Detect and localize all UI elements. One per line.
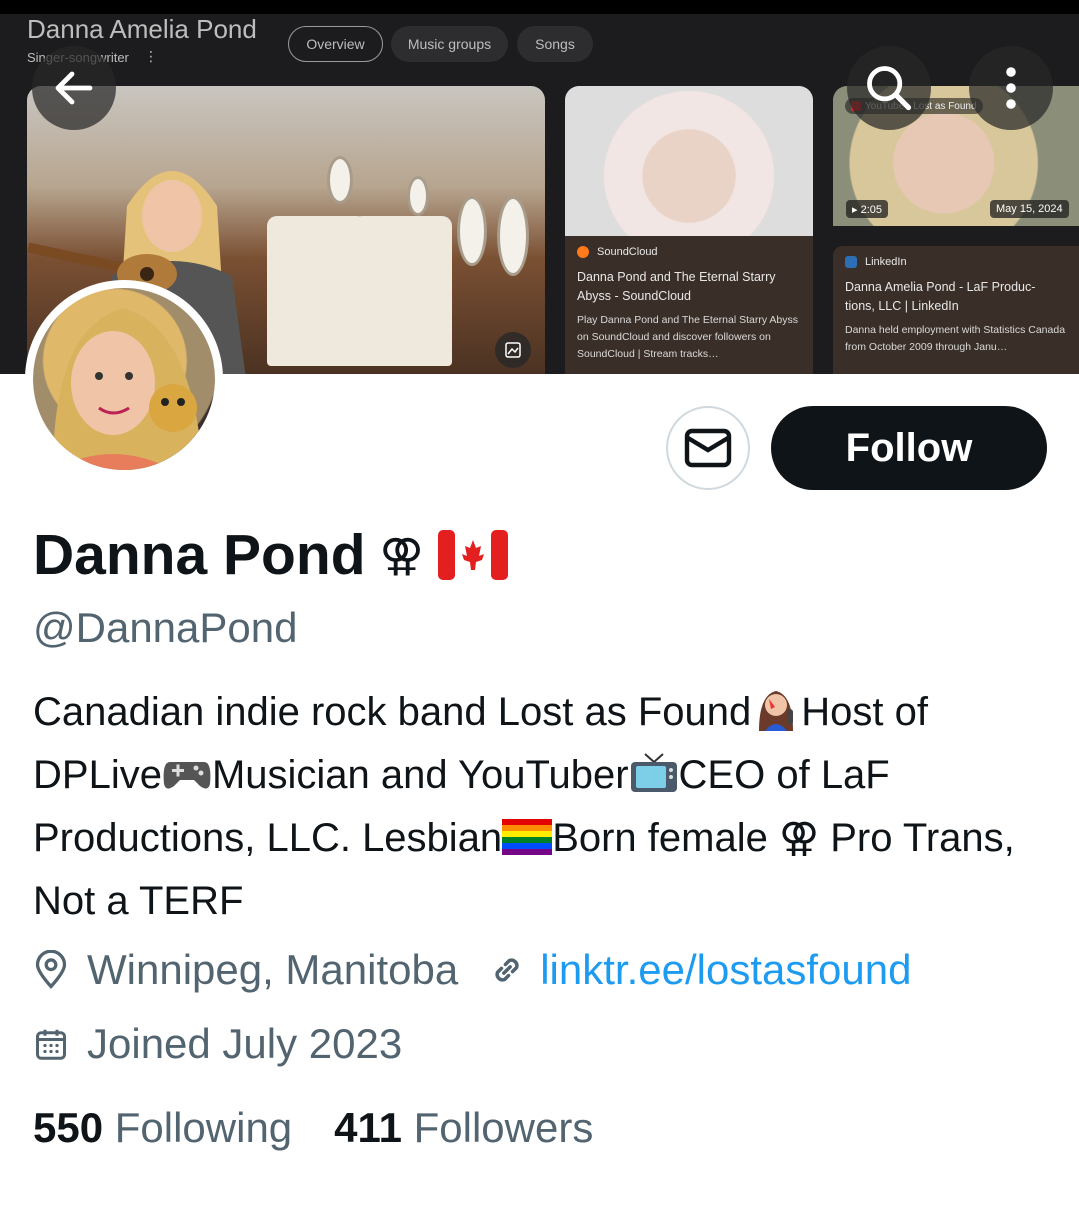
profile-website-link[interactable]: linktr.ee/lostasfound [540, 946, 911, 994]
avatar-photo [33, 288, 215, 470]
video-date: May 15, 2024 [990, 200, 1069, 218]
soundcloud-photo [565, 86, 813, 236]
profile-avatar[interactable] [25, 280, 223, 478]
calendar-icon [33, 1025, 69, 1063]
following-stat[interactable]: 550 Following [33, 1104, 292, 1152]
singer-emoji-icon [751, 685, 801, 747]
profile-meta-row: Winnipeg, Manitoba linktr.ee/lostasfound [33, 946, 911, 994]
following-count: 550 [33, 1104, 104, 1151]
video-duration: ▸ 2:05 [846, 200, 888, 218]
envelope-icon [684, 428, 732, 468]
location-pin-icon [33, 950, 69, 990]
profile-bio: Canadian indie rock band Lost as Found Ho… [33, 684, 1043, 930]
female-symbol-icon: ⚢ [379, 530, 424, 580]
panel-title: Danna Amelia Pond [27, 14, 257, 44]
bio-part-3: Musician and YouTuber [211, 753, 629, 797]
soundcloud-icon [577, 246, 589, 258]
linkedin-title: Danna Amelia Pond - LaF Produc- tions, L… [845, 280, 1036, 313]
message-button[interactable] [666, 406, 750, 490]
image-gallery-icon [495, 332, 531, 368]
chip-music-groups: Music groups [391, 26, 508, 62]
search-icon [867, 66, 912, 111]
linkedin-card: LinkedIn Danna Amelia Pond - LaF Produc-… [833, 246, 1079, 374]
follow-button[interactable]: Follow [771, 406, 1047, 490]
display-name-text: Danna Pond [33, 523, 366, 587]
soundcloud-title: Danna Pond and The Eternal Starry Abyss … [577, 270, 776, 303]
linkedin-icon [845, 256, 857, 268]
display-name: Danna Pond ⚢ [33, 522, 508, 588]
profile-stats: 550 Following 411 Followers [33, 1104, 593, 1152]
chip-songs: Songs [517, 26, 593, 62]
arrow-left-icon [55, 71, 93, 105]
followers-label: Followers [413, 1104, 594, 1151]
soundcloud-source: SoundCloud [597, 246, 658, 258]
canada-flag-icon [437, 530, 508, 580]
status-bar [0, 0, 1079, 14]
game-controller-icon [162, 753, 212, 810]
rainbow-flag-icon [502, 816, 553, 873]
search-button[interactable] [847, 46, 931, 130]
followers-stat[interactable]: 411 Followers [334, 1104, 593, 1152]
profile-joined-row: Joined July 2023 [33, 1020, 402, 1068]
more-vertical-icon [1006, 67, 1016, 109]
followers-count: 411 [334, 1104, 402, 1151]
more-options-button[interactable] [969, 46, 1053, 130]
linkedin-snippet: Danna held employment with Statistics Ca… [845, 324, 1066, 353]
panel-more-icon: ⋮ [144, 48, 158, 64]
link-icon [488, 951, 526, 989]
back-button[interactable] [32, 46, 116, 130]
soundcloud-card: SoundCloud Danna Pond and The Eternal St… [565, 236, 813, 374]
profile-joined-date: Joined July 2023 [87, 1020, 403, 1067]
soundcloud-snippet: Play Danna Pond and The Eternal Starry A… [577, 314, 799, 360]
bio-part-1: Canadian indie rock band Lost as Found [33, 690, 752, 734]
chip-overview: Overview [288, 26, 383, 62]
television-icon [629, 750, 679, 810]
profile-location: Winnipeg, Manitoba [87, 946, 459, 993]
profile-handle: @DannaPond [33, 604, 298, 651]
following-label: Following [114, 1104, 293, 1151]
linkedin-source: LinkedIn [865, 256, 907, 268]
